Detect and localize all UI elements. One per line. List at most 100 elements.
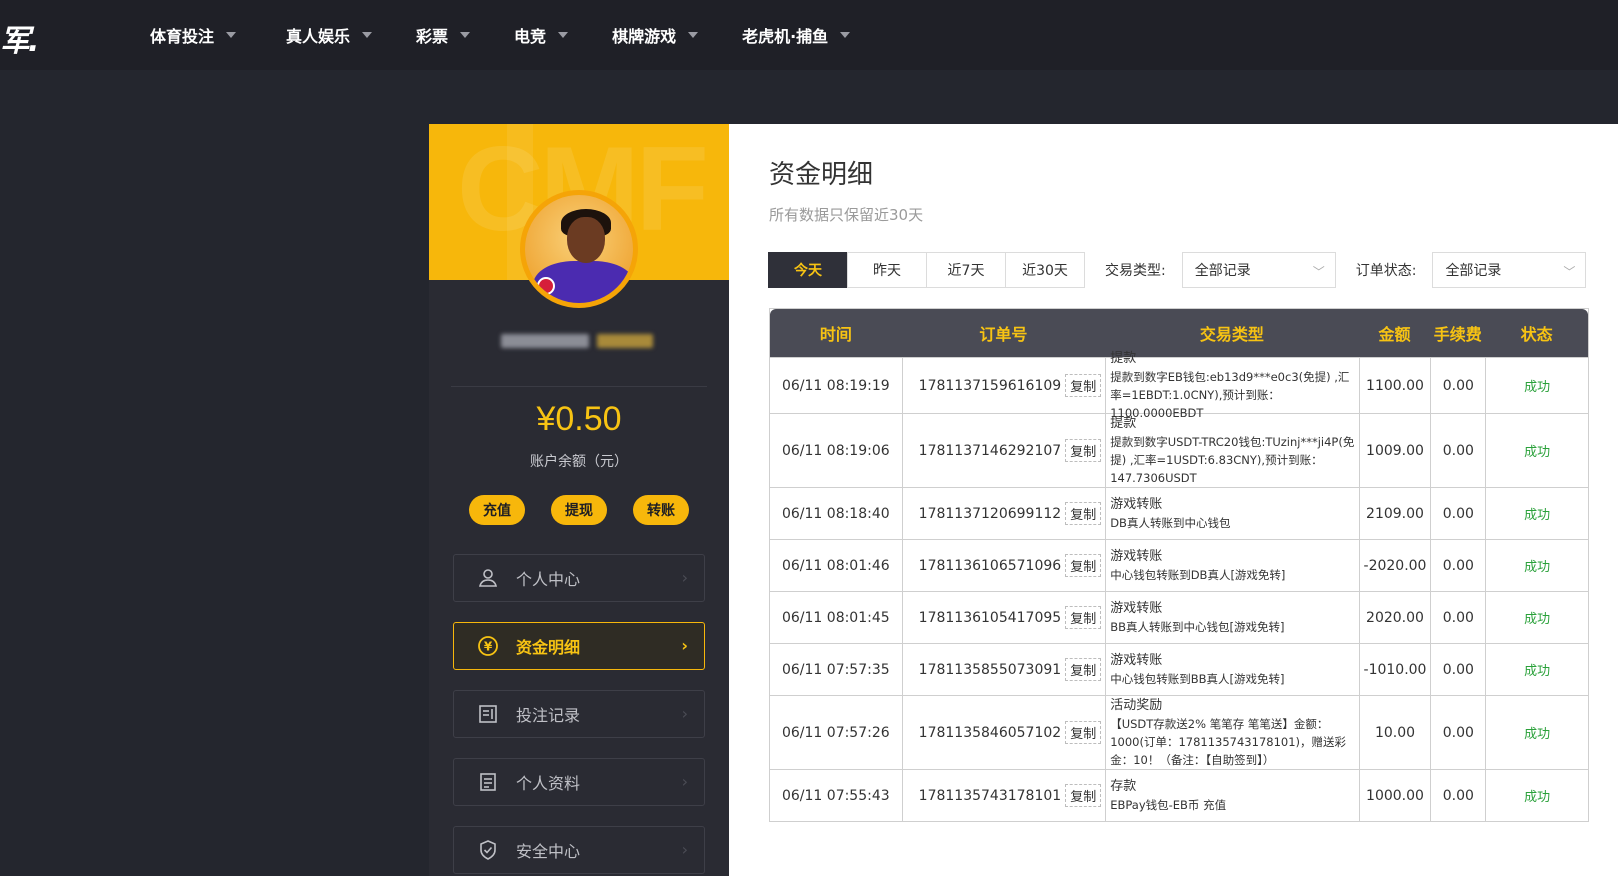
column-header: 金额 xyxy=(1378,325,1411,344)
chevron-right-icon: › xyxy=(681,704,688,723)
cell-order: 1781136105417095 复制 xyxy=(901,592,1106,643)
copy-button[interactable]: 复制 xyxy=(1065,658,1102,681)
cell-time: 06/11 08:18:40 xyxy=(781,505,890,522)
cell-order: 1781137159616109 复制 xyxy=(901,358,1106,413)
column-header: 状态 xyxy=(1520,325,1553,344)
status-badge: 成功 xyxy=(1485,488,1588,539)
tab-last-30-days[interactable]: 近30天 xyxy=(1005,252,1085,288)
table-header: 时间 订单号 交易类型 金额 手续费 状态 xyxy=(770,309,1588,357)
transaction-detail: EBPay钱包-EB币 充值 xyxy=(1110,797,1227,812)
table-row: 06/11 08:18:40 1781137120699112 复制 游戏转账 DB… xyxy=(770,487,1588,539)
avatar[interactable] xyxy=(520,190,638,308)
wallet-actions: 充值 提现 转账 xyxy=(469,495,689,525)
menu-item-personal-info[interactable]: 个人资料 › xyxy=(453,758,705,806)
chevron-down-icon xyxy=(460,32,471,38)
nav-item-card-games[interactable]: 棋牌游戏 xyxy=(612,23,699,47)
cell-fee: 0.00 xyxy=(1430,592,1485,643)
column-header: 交易类型 xyxy=(1199,325,1264,344)
menu-label: 个人资料 xyxy=(516,774,581,793)
table-row: 06/11 07:57:26 1781135846057102 复制 活动奖励 【U… xyxy=(770,695,1588,769)
copy-button[interactable]: 复制 xyxy=(1065,374,1102,397)
nav-label: 棋牌游戏 xyxy=(612,27,677,46)
balance-label: 账户余额（元） xyxy=(530,454,628,470)
transaction-type: 游戏转账 xyxy=(1110,600,1163,616)
column-header: 时间 xyxy=(819,325,852,344)
tab-last-7-days[interactable]: 近7天 xyxy=(926,252,1006,288)
cell-order: 1781135846057102 复制 xyxy=(901,696,1106,769)
order-number: 1781136105417095 xyxy=(918,609,1062,626)
transaction-type: 提款 xyxy=(1110,350,1137,366)
divider xyxy=(451,386,707,387)
copy-button[interactable]: 复制 xyxy=(1065,721,1102,744)
status-badge: 成功 xyxy=(1485,414,1588,487)
status-badge: 成功 xyxy=(1485,644,1588,695)
cell-time: 06/11 07:55:43 xyxy=(781,787,890,804)
cell-type: 活动奖励【USDT存款送2% 笔笔存 笔笔送】金额：1000(订单：178113… xyxy=(1105,696,1358,769)
table-row: 06/11 07:57:35 1781135855073091 复制 游戏转账 中心… xyxy=(770,643,1588,695)
chevron-right-icon: › xyxy=(681,636,688,655)
chevron-down-icon xyxy=(362,32,373,38)
nav-label: 体育投注 xyxy=(150,27,215,46)
nav-item-lottery[interactable]: 彩票 xyxy=(416,23,471,47)
filter-bar: 今天 昨天 近7天 近30天 交易类型: 全部记录 ﹀ 订单状态: 全部记录 ﹀ xyxy=(768,252,1589,288)
menu-item-security-center[interactable]: 安全中心 › xyxy=(453,826,705,874)
copy-button[interactable]: 复制 xyxy=(1065,502,1102,525)
cell-type: 游戏转账 BB真人转账到中心钱包[游戏免转] xyxy=(1105,592,1358,643)
menu-item-bet-records[interactable]: 投注记录 › xyxy=(453,690,705,738)
transaction-detail: 提款到数字USDT-TRC20钱包:TUzinj***ji4P(免提) ,汇率=… xyxy=(1110,434,1355,485)
order-number: 1781135846057102 xyxy=(918,724,1062,741)
chevron-down-icon xyxy=(226,32,237,38)
order-number: 1781137159616109 xyxy=(918,377,1062,394)
tab-today[interactable]: 今天 xyxy=(768,252,848,288)
nav-item-live-casino[interactable]: 真人娱乐 xyxy=(286,23,373,47)
nav-item-slots-fishing[interactable]: 老虎机·捕鱼 xyxy=(742,23,851,47)
table-row: 06/11 08:19:06 1781137146292107 复制 提款 提款到数… xyxy=(770,413,1588,487)
order-status-label: 订单状态: xyxy=(1355,263,1417,279)
transaction-type: 游戏转账 xyxy=(1110,496,1163,512)
menu-item-fund-details[interactable]: ¥ 资金明细 › xyxy=(453,622,705,670)
nav-item-sports[interactable]: 体育投注 xyxy=(150,23,237,47)
order-status-select[interactable]: 全部记录 ﹀ xyxy=(1432,252,1587,288)
transfer-button[interactable]: 转账 xyxy=(633,495,689,525)
transaction-type: 存款 xyxy=(1110,778,1137,794)
table-row: 06/11 08:19:19 1781137159616109 复制 提款 提款到数… xyxy=(770,351,1588,420)
status-badge: 成功 xyxy=(1485,770,1588,821)
nav-item-esports[interactable]: 电竞 xyxy=(514,23,569,47)
transaction-detail: BB真人转账到中心钱包[游戏免转] xyxy=(1110,619,1285,634)
fund-details-panel: 资金明细 所有数据只保留近30天 今天 昨天 近7天 近30天 交易类型: 全部… xyxy=(729,124,1618,876)
transaction-detail: 【USDT存款送2% 笔笔存 笔笔送】金额：1000(订单：1781135743… xyxy=(1110,716,1347,767)
cell-type: 游戏转账 DB真人转账到中心钱包 xyxy=(1105,488,1358,539)
deposit-button[interactable]: 充值 xyxy=(469,495,525,525)
copy-button[interactable]: 复制 xyxy=(1065,439,1102,462)
transaction-type-select[interactable]: 全部记录 ﹀ xyxy=(1181,252,1336,288)
select-value: 全部记录 xyxy=(1445,263,1502,279)
order-number: 1781137146292107 xyxy=(918,442,1062,459)
cell-fee: 0.00 xyxy=(1430,358,1485,413)
transaction-type: 活动奖励 xyxy=(1110,697,1163,713)
top-navigation-bar: 军. 体育投注 真人娱乐 彩票 电竞 棋牌游戏 老虎机·捕鱼 xyxy=(0,0,1618,70)
cell-type: 提款提款到数字USDT-TRC20钱包:TUzinj***ji4P(免提) ,汇… xyxy=(1105,414,1358,487)
copy-button[interactable]: 复制 xyxy=(1065,554,1102,577)
copy-button[interactable]: 复制 xyxy=(1065,784,1102,807)
transaction-type: 提款 xyxy=(1110,415,1137,431)
site-logo[interactable]: 军. xyxy=(0,16,39,60)
menu-item-personal-center[interactable]: 个人中心 › xyxy=(453,554,705,602)
fund-details-table: 时间 订单号 交易类型 金额 手续费 状态 06/11 08:19:19 178… xyxy=(769,308,1589,822)
status-badge: 成功 xyxy=(1485,696,1588,769)
cell-type: 存款 EBPay钱包-EB币 充值 xyxy=(1105,770,1358,821)
transaction-detail: 中心钱包转账到BB真人[游戏免转] xyxy=(1110,671,1285,686)
withdraw-button[interactable]: 提现 xyxy=(551,495,607,525)
cell-fee: 0.00 xyxy=(1430,540,1485,591)
menu-label: 个人中心 xyxy=(516,570,581,589)
cell-type: 提款 提款到数字EB钱包:eb13d9***e0c3(免提) ,汇率=1EBDT:… xyxy=(1105,351,1358,420)
shield-icon xyxy=(476,838,500,862)
menu-label: 资金明细 xyxy=(516,638,581,657)
order-number: 1781136106571096 xyxy=(918,557,1062,574)
nav-label: 老虎机·捕鱼 xyxy=(742,27,829,46)
tab-yesterday[interactable]: 昨天 xyxy=(847,252,927,288)
table-row: 06/11 07:55:43 1781135743178101 复制 存款 EBPa… xyxy=(770,769,1588,821)
copy-button[interactable]: 复制 xyxy=(1065,606,1102,629)
profile-doc-icon xyxy=(476,770,500,794)
table-row: 06/11 08:01:46 1781136106571096 复制 游戏转账 中心… xyxy=(770,539,1588,591)
transaction-detail: DB真人转账到中心钱包 xyxy=(1110,515,1231,530)
